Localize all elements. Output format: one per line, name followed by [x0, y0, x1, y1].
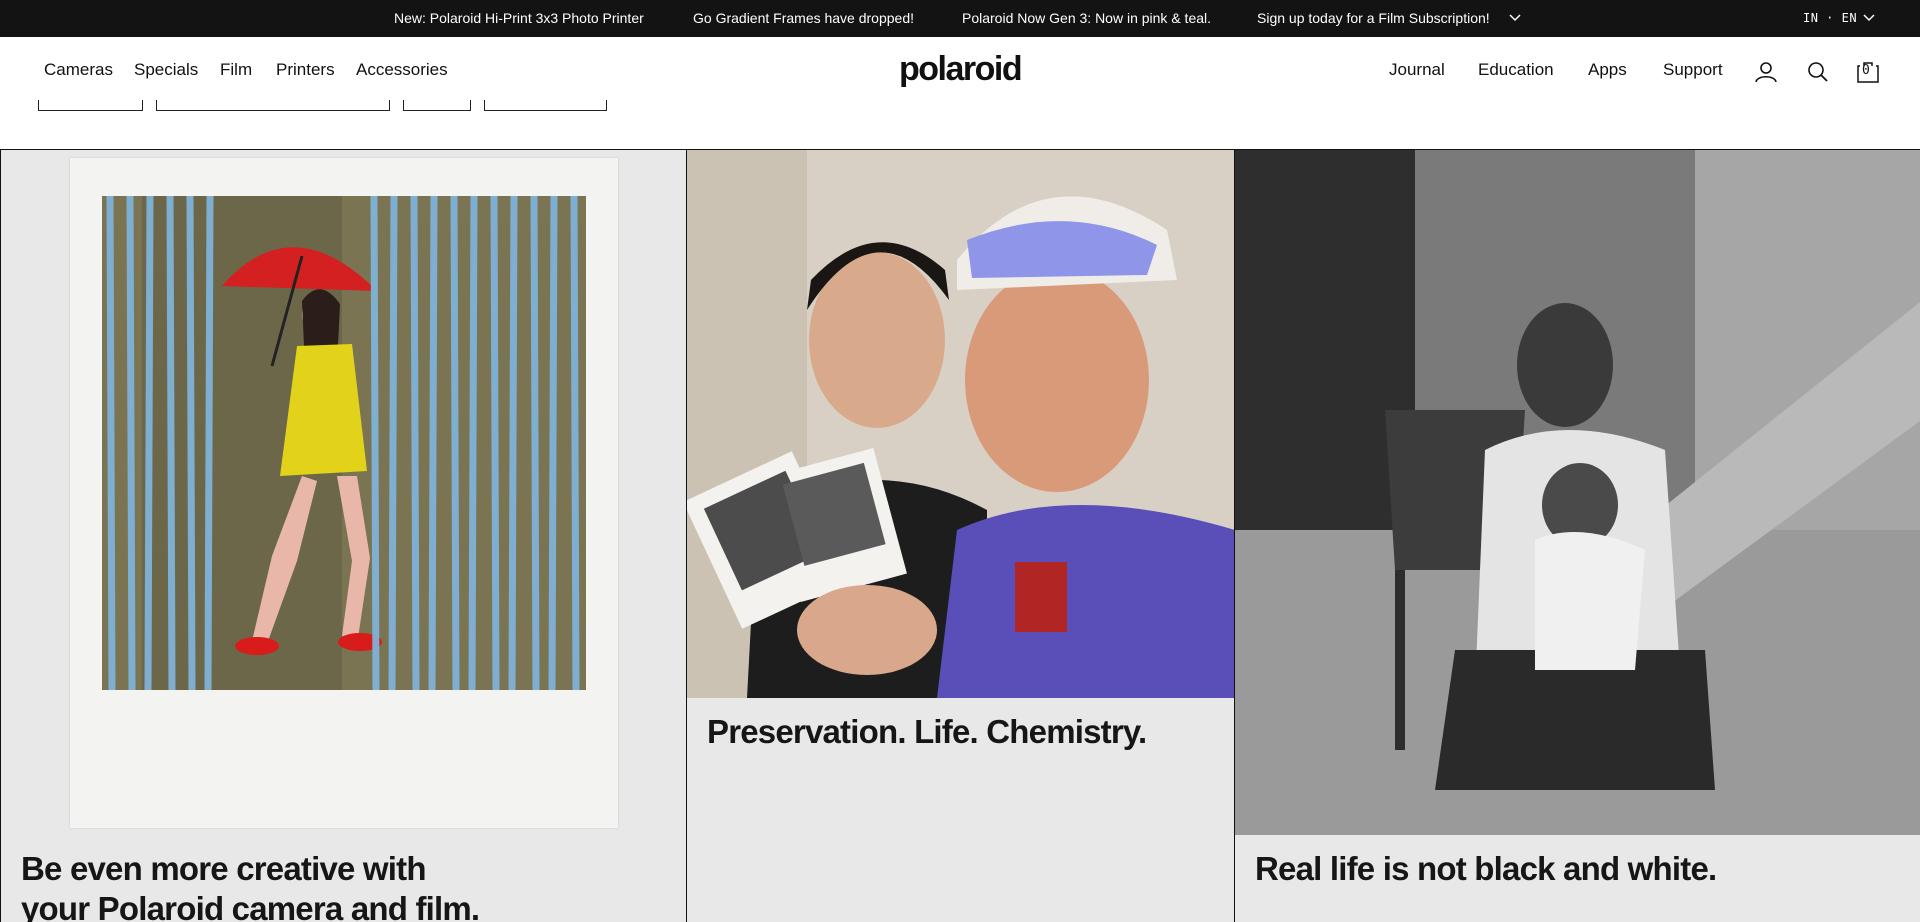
locale-chevron-down-icon[interactable]	[1862, 12, 1876, 24]
nav-printers[interactable]: Printers	[276, 60, 335, 80]
card-real-life-headline: Real life is not black and white.	[1255, 850, 1717, 887]
filter-pill-1[interactable]	[38, 100, 143, 111]
headline-line-2: your Polaroid camera and film.	[21, 890, 480, 922]
nav-specials[interactable]: Specials	[134, 60, 198, 80]
friends-photo	[687, 150, 1234, 698]
embroidered-photo	[102, 196, 586, 690]
nav-accessories[interactable]: Accessories	[356, 60, 448, 80]
card-creative[interactable]: Be even more creative with your Polaroid…	[0, 150, 686, 922]
nav-apps[interactable]: Apps	[1588, 60, 1627, 80]
friends-looking-at-polaroids-image	[687, 150, 1234, 698]
card-preservation-headline: Preservation. Life. Chemistry.	[707, 713, 1147, 750]
polaroid-photo-frame	[70, 158, 618, 828]
nav-education[interactable]: Education	[1478, 60, 1554, 80]
nav-cameras[interactable]: Cameras	[44, 60, 113, 80]
announcement-1[interactable]: New: Polaroid Hi-Print 3x3 Photo Printer	[394, 10, 644, 26]
announcement-2[interactable]: Go Gradient Frames have dropped!	[693, 10, 914, 26]
mother-and-child-bw-image	[1235, 150, 1920, 835]
filter-pill-3[interactable]	[403, 100, 471, 111]
announcement-3[interactable]: Polaroid Now Gen 3: Now in pink & teal.	[962, 10, 1211, 26]
card-preservation[interactable]: Preservation. Life. Chemistry.	[686, 150, 1234, 922]
mother-child-photo	[1235, 150, 1920, 835]
account-icon[interactable]	[1753, 59, 1779, 85]
main-nav: Cameras Specials Film Printers Accessori…	[0, 37, 1920, 107]
filter-pill-4[interactable]	[484, 100, 607, 111]
nav-journal[interactable]: Journal	[1389, 60, 1445, 80]
announcement-bar: New: Polaroid Hi-Print 3x3 Photo Printer…	[0, 0, 1920, 37]
search-icon[interactable]	[1805, 59, 1831, 85]
card-creative-headline: Be even more creative with your Polaroid…	[21, 849, 661, 922]
headline-line-1: Be even more creative with	[21, 850, 427, 887]
announcement-4[interactable]: Sign up today for a Film Subscription!	[1257, 10, 1490, 26]
chevron-down-icon[interactable]	[1508, 12, 1522, 24]
card-real-life[interactable]: Real life is not black and white.	[1234, 150, 1920, 922]
cart-count: 0	[1862, 63, 1870, 78]
content-grid: Be even more creative with your Polaroid…	[0, 149, 1920, 922]
nav-support[interactable]: Support	[1663, 60, 1723, 80]
filter-pill-2[interactable]	[156, 100, 390, 111]
polaroid-logo[interactable]: polaroid	[899, 50, 1023, 89]
embroidery-art-image	[102, 196, 586, 690]
locale-selector[interactable]: IN · EN	[1803, 11, 1857, 25]
nav-film[interactable]: Film	[220, 60, 252, 80]
